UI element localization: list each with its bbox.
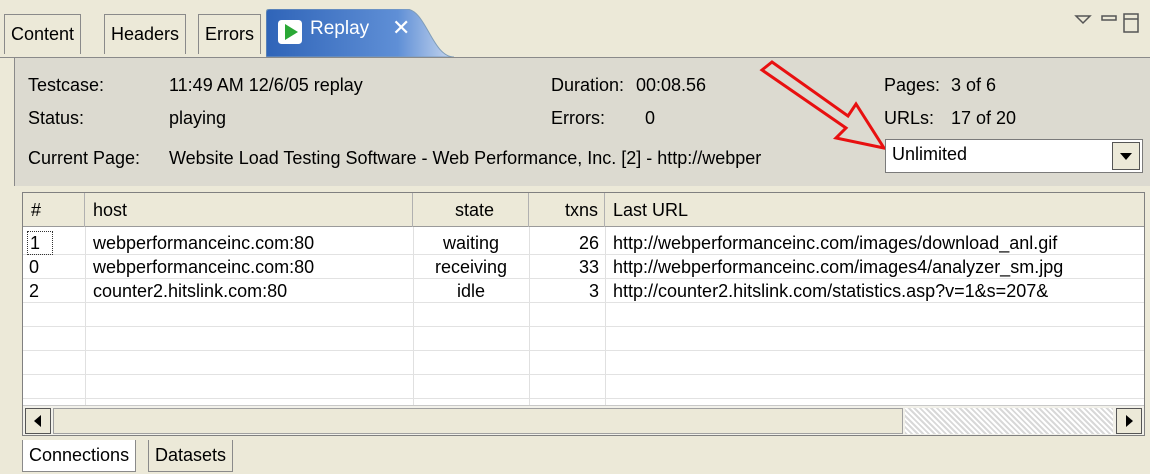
errors-label: Errors: — [551, 108, 605, 128]
close-icon[interactable]: ✕ — [392, 15, 410, 41]
playback-speed-value: Unlimited — [892, 144, 968, 164]
row-last-url: http://webperformanceinc.com/images/down… — [613, 233, 1058, 253]
tab-content[interactable]: Content — [4, 14, 82, 54]
annotation-arrow-icon — [759, 60, 888, 151]
status-label: Status: — [28, 108, 85, 128]
tab-content-label: Content — [11, 24, 75, 44]
tab-headers[interactable]: Headers — [104, 14, 187, 54]
pages-value: 3 of 6 — [951, 75, 997, 95]
row-txns: 33 — [578, 257, 599, 277]
editor-tab-bar: Content Headers Errors Replay ✕ — [0, 0, 1150, 58]
column-header-state[interactable]: state — [413, 193, 529, 227]
table-row[interactable]: 2 counter2.hitslink.com:80 idle 3 http:/… — [23, 279, 1144, 303]
row-number: 0 — [29, 257, 40, 277]
column-header-last-url[interactable]: Last URL — [605, 193, 1144, 227]
row-last-url: http://webperformanceinc.com/images4/ana… — [613, 257, 1064, 277]
minimize-icon[interactable] — [1101, 15, 1117, 21]
row-state: receiving — [434, 257, 508, 277]
current-page-label: Current Page: — [28, 148, 141, 168]
view-menu-icon[interactable] — [1074, 15, 1092, 25]
tab-datasets[interactable]: Datasets — [148, 440, 234, 472]
column-header-host[interactable]: host — [85, 193, 413, 227]
horizontal-scrollbar[interactable] — [23, 405, 1144, 435]
status-value: playing — [169, 108, 227, 128]
table-row[interactable]: 0 webperformanceinc.com:80 receiving 33 … — [23, 255, 1144, 279]
duration-label: Duration: — [551, 75, 625, 95]
duration-value: 00:08.56 — [636, 75, 707, 95]
tab-replay[interactable]: Replay ✕ — [266, 9, 454, 57]
row-last-url: http://counter2.hitslink.com/statistics.… — [613, 281, 1049, 301]
row-state: idle — [456, 281, 486, 301]
scrollbar-thumb[interactable] — [53, 408, 903, 434]
column-header-number[interactable]: # — [23, 193, 85, 227]
scrollbar-track[interactable] — [905, 408, 1113, 434]
table-header: # host state txns Last URL — [23, 193, 1144, 227]
column-header-txns[interactable]: txns — [529, 193, 605, 227]
connections-table: # host state txns Last URL 1 webperforma… — [22, 192, 1145, 436]
row-txns: 3 — [588, 281, 599, 301]
scroll-right-icon[interactable] — [1116, 408, 1142, 434]
tab-errors-label: Errors — [205, 24, 254, 44]
row-txns: 26 — [578, 233, 599, 253]
playback-speed-select[interactable]: Unlimited — [885, 139, 1143, 173]
errors-value: 0 — [645, 108, 656, 128]
view-controls — [1032, 10, 1142, 38]
table-row-empty — [23, 375, 1144, 399]
scroll-left-icon[interactable] — [25, 408, 51, 434]
table-row-empty — [23, 303, 1144, 327]
row-host: counter2.hitslink.com:80 — [93, 281, 288, 301]
row-host: webperformanceinc.com:80 — [93, 257, 315, 277]
urls-value: 17 of 20 — [951, 108, 1017, 128]
row-state: waiting — [442, 233, 500, 253]
row-number: 1 — [27, 231, 53, 255]
tab-connections[interactable]: Connections — [22, 440, 137, 472]
table-row-empty — [23, 351, 1144, 375]
tab-headers-label: Headers — [111, 24, 180, 44]
row-number: 2 — [29, 281, 40, 301]
tab-connections-label: Connections — [29, 445, 130, 465]
chevron-down-icon[interactable] — [1112, 142, 1140, 170]
row-host: webperformanceinc.com:80 — [93, 233, 315, 253]
tab-replay-label: Replay — [310, 18, 370, 39]
maximize-icon[interactable] — [1123, 13, 1139, 33]
play-icon — [278, 20, 302, 49]
tab-errors[interactable]: Errors — [198, 14, 261, 54]
testcase-label: Testcase: — [28, 75, 105, 95]
table-row[interactable]: 1 webperformanceinc.com:80 waiting 26 ht… — [23, 231, 1144, 255]
testcase-value: 11:49 AM 12/6/05 replay — [169, 75, 363, 95]
table-row-empty — [23, 327, 1144, 351]
tab-datasets-label: Datasets — [155, 445, 227, 465]
